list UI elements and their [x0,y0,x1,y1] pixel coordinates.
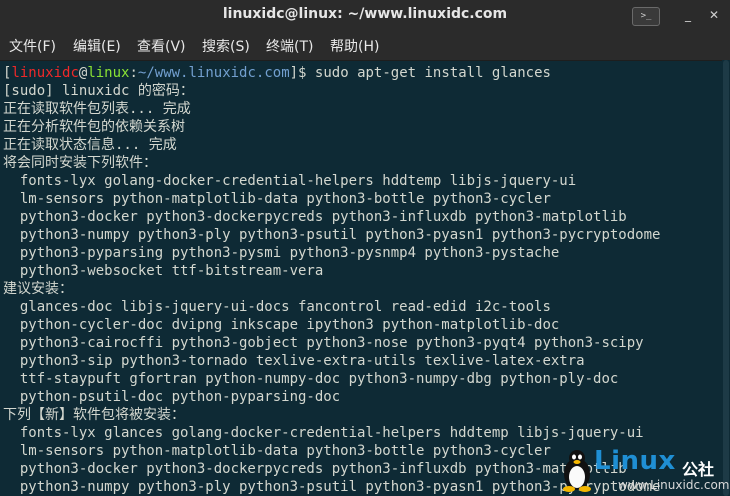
output-line: fonts-lyx golang-docker-credential-helpe… [3,173,577,189]
output-line: 下列【新】软件包将被安装： [3,407,185,423]
terminal-icon-button[interactable]: >_ [632,7,660,26]
watermark-url: www.Linuxidc.com [618,478,730,492]
window-title: linuxidc@linux: ~/www.linuxidc.com [222,6,508,22]
output-line: 将会同时安装下列软件： [3,155,157,171]
prompt-user: linuxidc [11,65,79,81]
prompt-command: sudo apt-get install glances [314,65,551,81]
scrollbar[interactable] [722,60,730,496]
menu-bar: 文件(F) 编辑(E) 查看(V) 搜索(S) 终端(T) 帮助(H) [0,30,730,61]
prompt-path: ~/www.linuxidc.com [137,65,290,81]
output-line: python3-cairocffi python3-gobject python… [3,335,644,351]
output-line: fonts-lyx glances golang-docker-credenti… [3,425,644,441]
menu-edit[interactable]: 编辑(E) [73,36,121,56]
output-line: 建议安装： [3,281,73,297]
output-line: ttf-staypuft gfortran python-numpy-doc p… [3,371,619,387]
prompt-bracket-close: ]$ [289,65,315,81]
output-line: python-cycler-doc dvipng inkscape ipytho… [3,317,560,333]
output-line: lm-sensors python-matplotlib-data python… [3,443,551,459]
output-line: glances-doc libjs-jquery-ui-docs fancont… [3,299,551,315]
terminal-output[interactable]: [linuxidc@linux:~/www.linuxidc.com]$ sud… [0,60,722,496]
output-line: [sudo] linuxidc 的密码： [3,83,194,99]
menu-terminal[interactable]: 终端(T) [266,36,313,56]
output-line: python3-docker python3-dockerpycreds pyt… [3,461,627,477]
output-line: python3-docker python3-dockerpycreds pyt… [3,209,627,225]
watermark-cn: 公社 [682,460,715,479]
menu-view[interactable]: 查看(V) [137,36,186,56]
prompt-host: linux [87,65,130,81]
minimize-button[interactable]: _ [680,7,696,24]
output-line: 正在分析软件包的依赖关系树 [3,119,185,135]
terminal-window: linuxidc@linux: ~/www.linuxidc.com >_ _ … [0,0,730,496]
output-line: python3-websocket ttf-bitstream-vera [3,263,324,279]
menu-search[interactable]: 搜索(S) [202,36,250,56]
tux-penguin-icon [563,450,591,492]
output-line: 正在读取软件包列表... 完成 [3,101,191,117]
output-line: lm-sensors python-matplotlib-data python… [3,191,551,207]
scrollbar-thumb[interactable] [723,60,729,496]
output-line: python3-sip python3-tornado texlive-extr… [3,353,585,369]
output-line: python3-pyparsing python3-pysmi python3-… [3,245,560,261]
output-line: python-psutil-doc python-pyparsing-doc [3,389,341,405]
output-line: 正在读取状态信息... 完成 [3,137,177,153]
menu-help[interactable]: 帮助(H) [330,36,379,56]
output-line: python3-numpy python3-ply python3-psutil… [3,227,661,243]
watermark-logo: Linux 公社 www.Linuxidc.com [560,444,730,496]
watermark-brand: Linux [594,446,676,476]
prompt-colon: : [129,65,138,81]
close-button[interactable]: ✕ [706,7,722,24]
menu-file[interactable]: 文件(F) [9,36,56,56]
prompt-line: [linuxidc@linux:~/www.linuxidc.com]$ sud… [3,64,551,82]
title-bar[interactable]: linuxidc@linux: ~/www.linuxidc.com >_ _ … [0,0,730,30]
